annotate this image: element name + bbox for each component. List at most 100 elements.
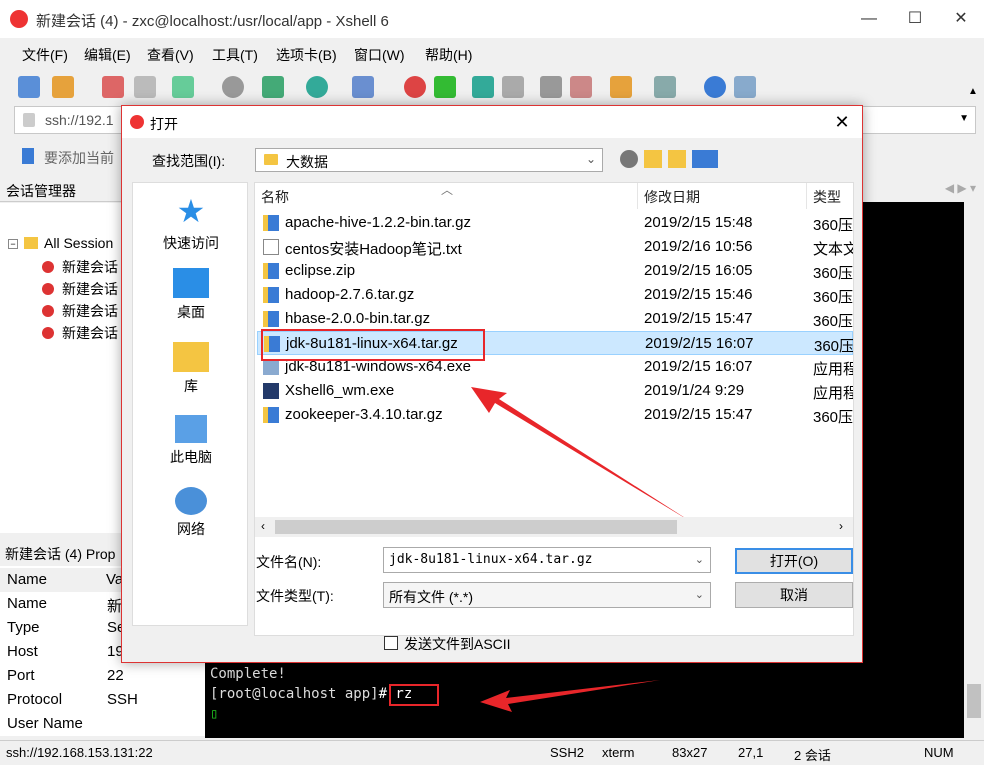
xftp-green-icon[interactable] bbox=[434, 76, 456, 98]
chevron-down-icon[interactable]: ⌄ bbox=[586, 152, 596, 166]
highlight-icon[interactable] bbox=[570, 76, 592, 98]
chevron-left-icon[interactable]: ‹ bbox=[261, 519, 265, 533]
properties-icon[interactable] bbox=[172, 76, 194, 98]
transfer-icon[interactable] bbox=[262, 76, 284, 98]
menu-file[interactable]: 文件(F) bbox=[22, 45, 68, 65]
new-folder-icon[interactable] bbox=[668, 150, 686, 168]
prop-name: Protocol bbox=[7, 691, 63, 708]
selected-file-highlight-box bbox=[261, 329, 485, 361]
open-button[interactable]: 打开(O) bbox=[735, 548, 853, 574]
properties-title: 新建会话 (4) Prop bbox=[5, 546, 116, 562]
xftp-icon[interactable] bbox=[404, 76, 426, 98]
file-row[interactable]: centos安装Hadoop笔记.txt 2019/2/16 10:56 文本文 bbox=[257, 235, 853, 259]
col-header-type[interactable]: 类型 bbox=[813, 187, 841, 207]
file-row[interactable]: hbase-2.0.0-bin.tar.gz 2019/2/15 15:47 3… bbox=[257, 307, 853, 331]
menu-tabs[interactable]: 选项卡(B) bbox=[276, 45, 337, 65]
chevron-down-icon[interactable]: ▼ bbox=[959, 113, 969, 124]
archive-icon bbox=[263, 311, 279, 327]
filetype-dropdown[interactable]: 所有文件 (*.*) ⌄ bbox=[383, 582, 711, 608]
file-type: 360压 bbox=[813, 409, 854, 426]
place-desktop[interactable]: 桌面 bbox=[133, 265, 249, 322]
session-icon bbox=[42, 261, 54, 273]
menu-edit[interactable]: 编辑(E) bbox=[84, 45, 131, 65]
close-button[interactable]: ✕ bbox=[938, 0, 984, 38]
dialog-close-button[interactable]: ✕ bbox=[822, 106, 862, 138]
open-folder-icon[interactable] bbox=[52, 76, 74, 98]
file-type: 文本文 bbox=[813, 241, 854, 258]
chevron-down-icon[interactable]: ⌄ bbox=[695, 553, 704, 566]
help-icon[interactable] bbox=[704, 76, 726, 98]
chevron-right-icon[interactable]: › bbox=[839, 519, 843, 533]
terminal-scrollbar[interactable] bbox=[964, 202, 984, 738]
lookin-dropdown[interactable]: 大数据 ⌄ bbox=[255, 148, 603, 172]
lock-icon[interactable] bbox=[502, 76, 524, 98]
file-type: 360压 bbox=[813, 289, 854, 306]
layout-icon[interactable] bbox=[654, 76, 676, 98]
place-label: 库 bbox=[184, 378, 198, 394]
menu-view[interactable]: 查看(V) bbox=[147, 45, 194, 65]
place-library[interactable]: 库 bbox=[133, 339, 249, 396]
menu-tools[interactable]: 工具(T) bbox=[212, 45, 258, 65]
chevron-down-icon[interactable]: ⌄ bbox=[695, 588, 704, 601]
place-this-pc[interactable]: 此电脑 bbox=[133, 411, 249, 467]
session-icon bbox=[42, 283, 54, 295]
open-file-dialog: 打开 ✕ 查找范围(I): 大数据 ⌄ ★ 快速访问 桌面 库 此电脑 网络 ︿… bbox=[121, 105, 863, 663]
disconnect-icon[interactable] bbox=[134, 76, 156, 98]
file-name: apache-hive-1.2.2-bin.tar.gz bbox=[285, 214, 471, 231]
status-pos: 27,1 bbox=[738, 745, 764, 760]
maximize-button[interactable]: ☐ bbox=[892, 0, 938, 38]
view-menu-icon[interactable] bbox=[692, 150, 718, 168]
file-date: 2019/2/15 16:07 bbox=[645, 335, 754, 352]
find-icon[interactable] bbox=[222, 76, 244, 98]
file-date: 2019/2/16 10:56 bbox=[644, 238, 753, 255]
horizontal-scrollbar[interactable]: ‹ › bbox=[255, 517, 853, 537]
tab-scroll-icons[interactable]: ◀ ▶ ▾ bbox=[945, 181, 976, 195]
place-network[interactable]: 网络 bbox=[133, 483, 249, 539]
minimize-button[interactable]: — bbox=[846, 0, 892, 38]
col-name-header: Name bbox=[7, 571, 48, 588]
globe-icon[interactable] bbox=[306, 76, 328, 98]
menu-window[interactable]: 窗口(W) bbox=[354, 45, 405, 65]
col-header-name[interactable]: 名称 bbox=[261, 187, 289, 207]
font-icon[interactable] bbox=[352, 76, 374, 98]
installer-icon bbox=[263, 359, 279, 375]
ascii-checkbox[interactable] bbox=[384, 636, 398, 650]
file-row[interactable]: eclipse.zip 2019/2/15 16:05 360压 bbox=[257, 259, 853, 283]
new-tab-icon[interactable] bbox=[610, 76, 632, 98]
prop-value: 22 bbox=[107, 667, 124, 684]
keyboard-icon[interactable] bbox=[540, 76, 562, 98]
cancel-button[interactable]: 取消 bbox=[735, 582, 853, 608]
menu-bar: 文件(F) 编辑(E) 查看(V) 工具(T) 选项卡(B) 窗口(W) 帮助(… bbox=[0, 38, 984, 68]
collapse-icon[interactable]: − bbox=[8, 239, 18, 249]
file-row[interactable]: hadoop-2.7.6.tar.gz 2019/2/15 15:46 360压 bbox=[257, 283, 853, 307]
scroll-thumb[interactable] bbox=[275, 520, 677, 534]
connect-icon[interactable] bbox=[102, 76, 124, 98]
up-folder-icon[interactable] bbox=[644, 150, 662, 168]
tree-session-1[interactable]: 新建会话 bbox=[62, 257, 118, 277]
tree-session-2[interactable]: 新建会话 bbox=[62, 279, 118, 299]
file-name: eclipse.zip bbox=[285, 262, 356, 279]
session-icon bbox=[42, 327, 54, 339]
chat-icon[interactable] bbox=[734, 76, 756, 98]
status-protocol: SSH2 bbox=[550, 745, 584, 760]
fullscreen-icon[interactable] bbox=[472, 76, 494, 98]
place-label: 快速访问 bbox=[163, 235, 219, 251]
tree-root[interactable]: All Session bbox=[44, 235, 113, 251]
scroll-thumb[interactable] bbox=[967, 684, 981, 718]
file-row[interactable]: apache-hive-1.2.2-bin.tar.gz 2019/2/15 1… bbox=[257, 211, 853, 235]
tree-session-4[interactable]: 新建会话 bbox=[62, 323, 118, 343]
chevron-up-icon[interactable]: ▲ bbox=[968, 86, 978, 97]
back-icon[interactable] bbox=[620, 150, 638, 168]
place-quick-access[interactable]: ★ 快速访问 bbox=[133, 193, 249, 253]
lookin-label: 查找范围(I): bbox=[152, 153, 226, 169]
tree-session-3[interactable]: 新建会话 bbox=[62, 301, 118, 321]
dialog-title: 打开 bbox=[150, 116, 178, 132]
terminal-output: Complete! [root@localhost app]# rz ▯ bbox=[210, 664, 412, 724]
menu-help[interactable]: 帮助(H) bbox=[425, 45, 472, 65]
exe-icon bbox=[263, 383, 279, 399]
new-session-icon[interactable] bbox=[18, 76, 40, 98]
file-type: 360压 bbox=[814, 338, 854, 355]
col-header-date[interactable]: 修改日期 bbox=[644, 187, 700, 207]
filename-input[interactable]: jdk-8u181-linux-x64.tar.gz ⌄ bbox=[383, 547, 711, 573]
file-type: 应用程 bbox=[813, 385, 854, 402]
